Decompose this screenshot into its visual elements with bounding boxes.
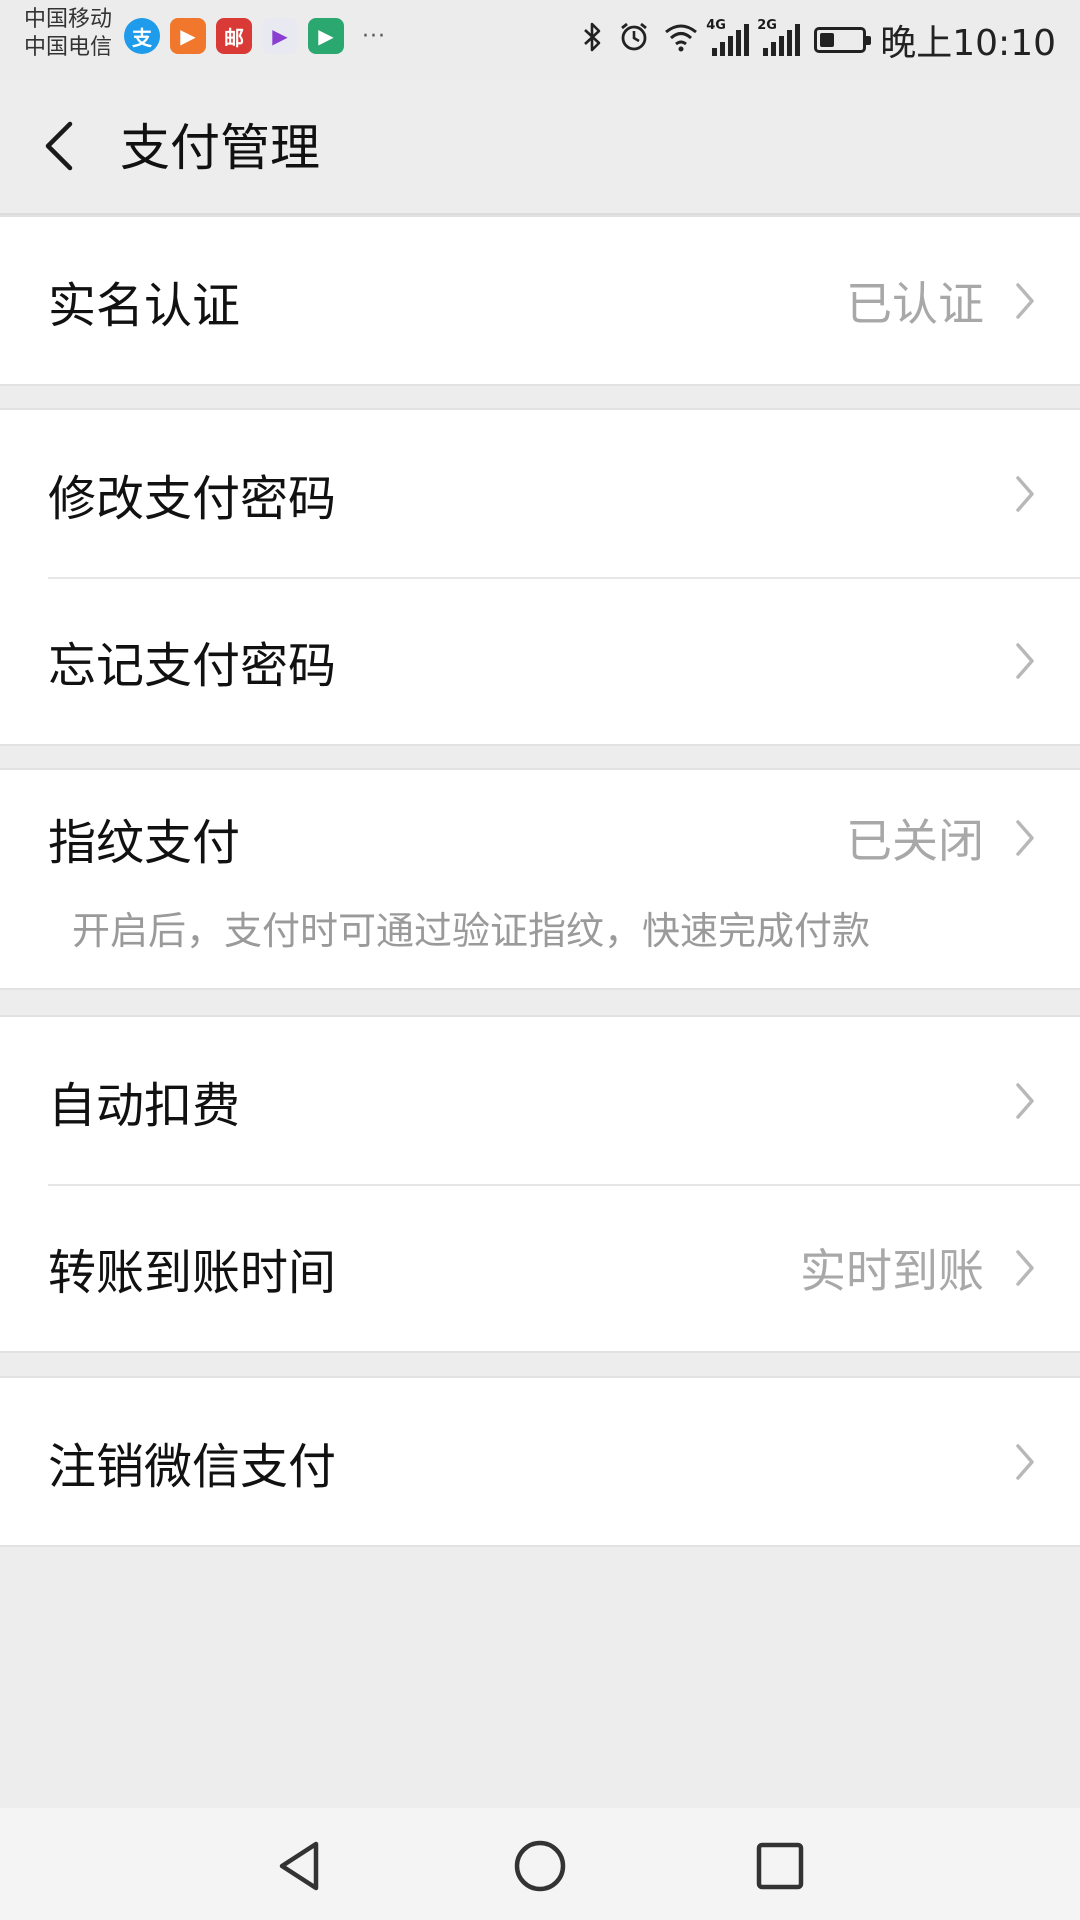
chevron-left-icon bbox=[45, 121, 73, 171]
carrier-info: 中国移动 中国电信 bbox=[24, 6, 112, 62]
settings-group-transfers: 自动扣费 转账到账时间 实时到账 bbox=[0, 1015, 1080, 1353]
row-value: 已关闭 bbox=[846, 814, 984, 868]
circle-home-icon[interactable] bbox=[510, 1836, 570, 1896]
page-title: 支付管理 bbox=[120, 119, 320, 177]
row-auto-deduction[interactable]: 自动扣费 bbox=[0, 1017, 1080, 1184]
square-recents-icon[interactable] bbox=[750, 1836, 810, 1896]
carrier-2: 中国电信 bbox=[24, 35, 113, 60]
row-label: 自动扣费 bbox=[48, 1077, 241, 1134]
row-deactivate-wechat-pay[interactable]: 注销微信支付 bbox=[0, 1378, 1080, 1545]
postal-app-icon: 邮 bbox=[216, 18, 252, 54]
chevron-right-icon bbox=[1016, 475, 1034, 512]
settings-group-deactivate: 注销微信支付 bbox=[0, 1376, 1080, 1547]
row-description: 开启后，支付时可通过验证指纹，快速完成付款 bbox=[72, 909, 871, 953]
chevron-right-icon bbox=[1016, 642, 1034, 679]
row-value: 实时到账 bbox=[800, 1243, 984, 1298]
row-transfer-arrival-time[interactable]: 转账到账时间 实时到账 bbox=[0, 1184, 1080, 1351]
system-nav-bar bbox=[0, 1808, 1080, 1920]
play-store-icon: ▶ bbox=[262, 18, 298, 54]
network-type-2: 2G bbox=[757, 18, 777, 33]
row-real-name-auth[interactable]: 实名认证 已认证 bbox=[0, 217, 1080, 384]
system-icons: 4G 2G 晚上10:10 bbox=[582, 14, 1056, 66]
row-fingerprint-pay[interactable]: 指纹支付 已关闭 开启后，支付时可通过验证指纹，快速完成付款 bbox=[0, 770, 1080, 988]
chevron-right-icon bbox=[1016, 1082, 1034, 1119]
row-label: 实名认证 bbox=[48, 277, 241, 334]
row-label: 转账到账时间 bbox=[48, 1244, 337, 1301]
row-label: 指纹支付 bbox=[48, 815, 241, 871]
carrier-1: 中国移动 bbox=[24, 7, 113, 32]
settings-group-fingerprint: 指纹支付 已关闭 开启后，支付时可通过验证指纹，快速完成付款 bbox=[0, 768, 1080, 990]
row-value: 已认证 bbox=[846, 276, 984, 331]
signal-4g-icon: 4G bbox=[706, 18, 750, 56]
clock: 晚上10:10 bbox=[880, 23, 1056, 64]
app-bar: 支付管理 bbox=[0, 80, 1080, 215]
notification-icons: 支 ▶ 邮 ▶ ▶ ··· bbox=[124, 18, 386, 54]
row-label: 修改支付密码 bbox=[48, 470, 337, 527]
chevron-right-icon bbox=[1016, 282, 1034, 319]
alipay-icon: 支 bbox=[124, 18, 160, 54]
alarm-icon bbox=[618, 21, 650, 60]
row-forgot-password[interactable]: 忘记支付密码 bbox=[0, 577, 1080, 744]
battery-icon bbox=[814, 27, 872, 53]
video-app-icon: ▶ bbox=[170, 18, 206, 54]
wifi-icon bbox=[664, 22, 698, 59]
chevron-right-icon bbox=[1016, 1443, 1034, 1480]
battery-level bbox=[820, 33, 835, 47]
bluetooth-icon bbox=[582, 21, 604, 60]
more-notifications-icon: ··· bbox=[362, 23, 386, 49]
network-type-1: 4G bbox=[706, 18, 726, 33]
chevron-right-icon bbox=[1016, 820, 1034, 856]
back-button[interactable] bbox=[40, 114, 84, 178]
row-label: 忘记支付密码 bbox=[48, 637, 337, 694]
row-change-password[interactable]: 修改支付密码 bbox=[0, 410, 1080, 577]
signal-2g-icon: 2G bbox=[757, 18, 801, 56]
row-label: 注销微信支付 bbox=[48, 1438, 337, 1495]
status-bar: 中国移动 中国电信 支 ▶ 邮 ▶ ▶ ··· 4G 2G 晚上10:10 bbox=[0, 0, 1080, 80]
triangle-back-icon[interactable] bbox=[270, 1836, 330, 1896]
settings-group-verification: 实名认证 已认证 bbox=[0, 215, 1080, 386]
settings-group-password: 修改支付密码 忘记支付密码 bbox=[0, 408, 1080, 746]
media-app-icon: ▶ bbox=[308, 18, 344, 54]
chevron-right-icon bbox=[1016, 1249, 1034, 1286]
